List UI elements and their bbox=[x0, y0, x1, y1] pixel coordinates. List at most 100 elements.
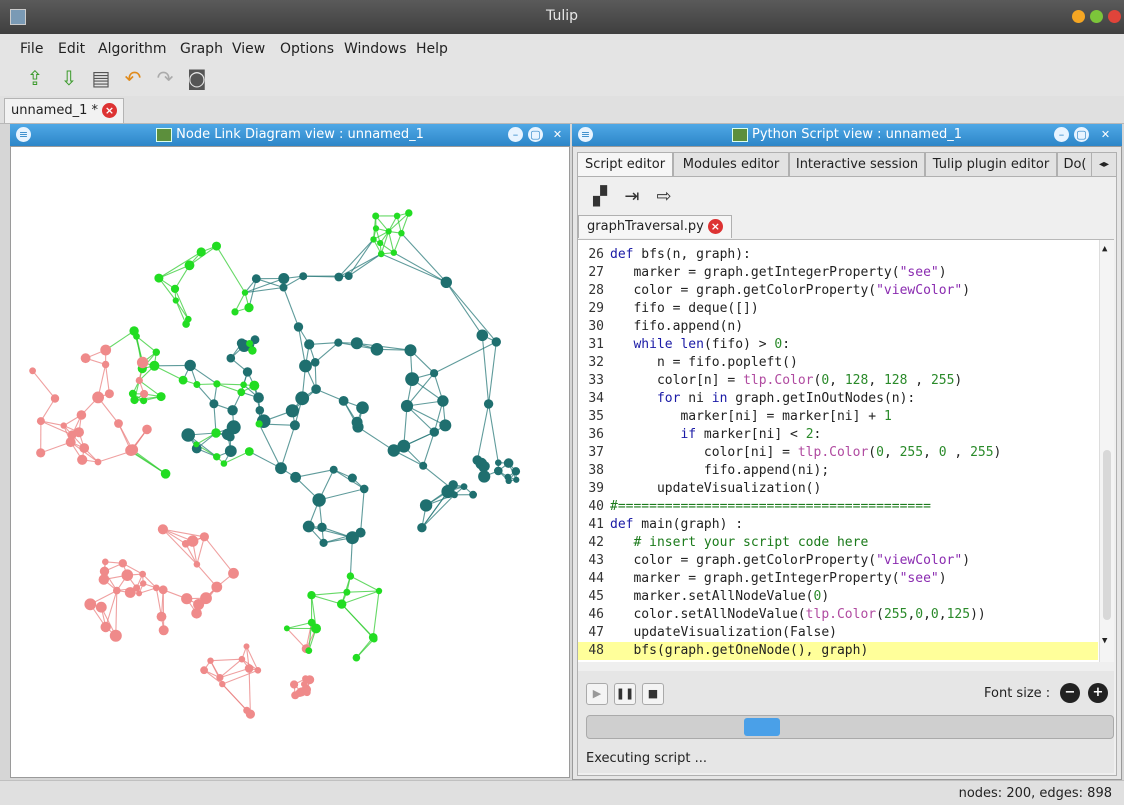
graph-node[interactable] bbox=[369, 633, 378, 642]
graph-node[interactable] bbox=[129, 390, 137, 398]
graph-node[interactable] bbox=[275, 462, 287, 474]
graph-node[interactable] bbox=[211, 428, 220, 437]
graph-node[interactable] bbox=[417, 523, 426, 532]
graph-node[interactable] bbox=[113, 587, 121, 595]
graph-node[interactable] bbox=[161, 469, 171, 479]
graph-visualization[interactable] bbox=[11, 147, 569, 777]
graph-node[interactable] bbox=[153, 585, 160, 592]
graph-node[interactable] bbox=[193, 599, 204, 610]
graph-node[interactable] bbox=[249, 381, 259, 391]
graph-node[interactable] bbox=[420, 499, 432, 511]
graph-node[interactable] bbox=[371, 343, 384, 356]
menu-view[interactable]: View bbox=[232, 41, 265, 57]
graph-node[interactable] bbox=[37, 417, 45, 425]
graph-node[interactable] bbox=[200, 666, 208, 674]
graph-node[interactable] bbox=[227, 405, 237, 415]
graph-node[interactable] bbox=[182, 540, 190, 548]
code-editor[interactable]: 26def bfs(n, graph):27 marker = graph.ge… bbox=[578, 239, 1114, 662]
graph-node[interactable] bbox=[290, 420, 300, 430]
graph-node[interactable] bbox=[386, 228, 392, 234]
redo-icon[interactable]: ↷ bbox=[152, 65, 178, 91]
graph-node[interactable] bbox=[77, 455, 87, 465]
graph-node[interactable] bbox=[343, 589, 350, 596]
new-file-icon[interactable]: ▞ bbox=[588, 185, 612, 209]
graph-node[interactable] bbox=[185, 260, 195, 270]
graph-node[interactable] bbox=[212, 242, 221, 251]
maximize-window-button[interactable] bbox=[1090, 10, 1103, 23]
graph-node[interactable] bbox=[244, 643, 250, 649]
panel-minimize-icon[interactable]: – bbox=[1054, 127, 1069, 142]
graph-node[interactable] bbox=[136, 377, 143, 384]
node-link-diagram-canvas[interactable] bbox=[10, 146, 570, 778]
panel-maximize-icon[interactable]: ▢ bbox=[1074, 127, 1089, 142]
graph-node[interactable] bbox=[159, 625, 169, 635]
graph-node[interactable] bbox=[373, 225, 379, 231]
graph-node[interactable] bbox=[278, 273, 289, 284]
graph-node[interactable] bbox=[159, 585, 168, 594]
graph-node[interactable] bbox=[437, 395, 448, 406]
graph-node[interactable] bbox=[473, 455, 483, 465]
graph-node[interactable] bbox=[239, 656, 246, 663]
editor-scrollbar[interactable]: ▲ ▼ bbox=[1099, 240, 1114, 662]
graph-node[interactable] bbox=[345, 272, 353, 280]
menu-graph[interactable]: Graph bbox=[180, 41, 223, 57]
graph-node[interactable] bbox=[207, 658, 213, 664]
graph-node[interactable] bbox=[221, 460, 228, 467]
graph-node[interactable] bbox=[352, 417, 363, 428]
tab-modules-editor[interactable]: Modules editor bbox=[673, 152, 789, 177]
pause-button[interactable]: ❚❚ bbox=[614, 683, 636, 705]
graph-node[interactable] bbox=[36, 448, 45, 457]
undo-icon[interactable]: ↶ bbox=[120, 65, 146, 91]
graph-node[interactable] bbox=[317, 523, 326, 532]
graph-node[interactable] bbox=[245, 447, 254, 456]
graph-node[interactable] bbox=[209, 399, 218, 408]
graph-node[interactable] bbox=[193, 441, 199, 447]
panel-maximize-icon[interactable]: ▢ bbox=[528, 127, 543, 142]
graph-node[interactable] bbox=[140, 390, 148, 398]
graph-node[interactable] bbox=[140, 580, 146, 586]
graph-node[interactable] bbox=[153, 349, 160, 356]
graph-node[interactable] bbox=[96, 602, 107, 613]
graph-node[interactable] bbox=[441, 277, 452, 288]
import-icon[interactable]: ⇪ bbox=[22, 65, 48, 91]
graph-node[interactable] bbox=[51, 394, 59, 402]
graph-node[interactable] bbox=[311, 358, 320, 367]
play-button[interactable]: ▶ bbox=[586, 683, 608, 705]
graph-node[interactable] bbox=[213, 380, 220, 387]
graph-node[interactable] bbox=[303, 521, 315, 533]
graph-node[interactable] bbox=[181, 593, 192, 604]
graph-node[interactable] bbox=[388, 444, 400, 456]
graph-node[interactable] bbox=[477, 330, 489, 342]
graph-node[interactable] bbox=[142, 425, 152, 435]
load-file-icon[interactable]: ⇥ bbox=[620, 185, 644, 209]
graph-node[interactable] bbox=[351, 337, 363, 349]
menu-edit[interactable]: Edit bbox=[58, 41, 85, 57]
graph-node[interactable] bbox=[347, 572, 354, 579]
graph-node[interactable] bbox=[181, 428, 195, 442]
graph-node[interactable] bbox=[244, 303, 253, 312]
graph-node[interactable] bbox=[102, 361, 109, 368]
graph-node[interactable] bbox=[140, 397, 147, 404]
graph-node[interactable] bbox=[305, 647, 312, 654]
graph-node[interactable] bbox=[92, 392, 104, 404]
graph-node[interactable] bbox=[105, 389, 114, 398]
graph-node[interactable] bbox=[193, 381, 200, 388]
graph-node[interactable] bbox=[311, 624, 321, 634]
graph-node[interactable] bbox=[378, 251, 385, 258]
print-icon[interactable]: ▤ bbox=[88, 65, 114, 91]
minimize-window-button[interactable] bbox=[1072, 10, 1085, 23]
graph-node[interactable] bbox=[451, 491, 458, 498]
graph-node[interactable] bbox=[430, 427, 439, 436]
graph-node[interactable] bbox=[370, 236, 376, 242]
graph-node[interactable] bbox=[405, 209, 412, 216]
scroll-thumb[interactable] bbox=[1103, 450, 1111, 620]
graph-node[interactable] bbox=[228, 568, 239, 579]
panel-close-icon[interactable]: ✕ bbox=[1098, 127, 1113, 142]
graph-node[interactable] bbox=[401, 400, 413, 412]
graph-node[interactable] bbox=[171, 285, 179, 293]
graph-node[interactable] bbox=[185, 316, 192, 323]
graph-node[interactable] bbox=[77, 410, 87, 420]
graph-node[interactable] bbox=[179, 376, 188, 385]
graph-node[interactable] bbox=[225, 445, 237, 457]
scroll-up-icon[interactable]: ▲ bbox=[1102, 244, 1107, 254]
